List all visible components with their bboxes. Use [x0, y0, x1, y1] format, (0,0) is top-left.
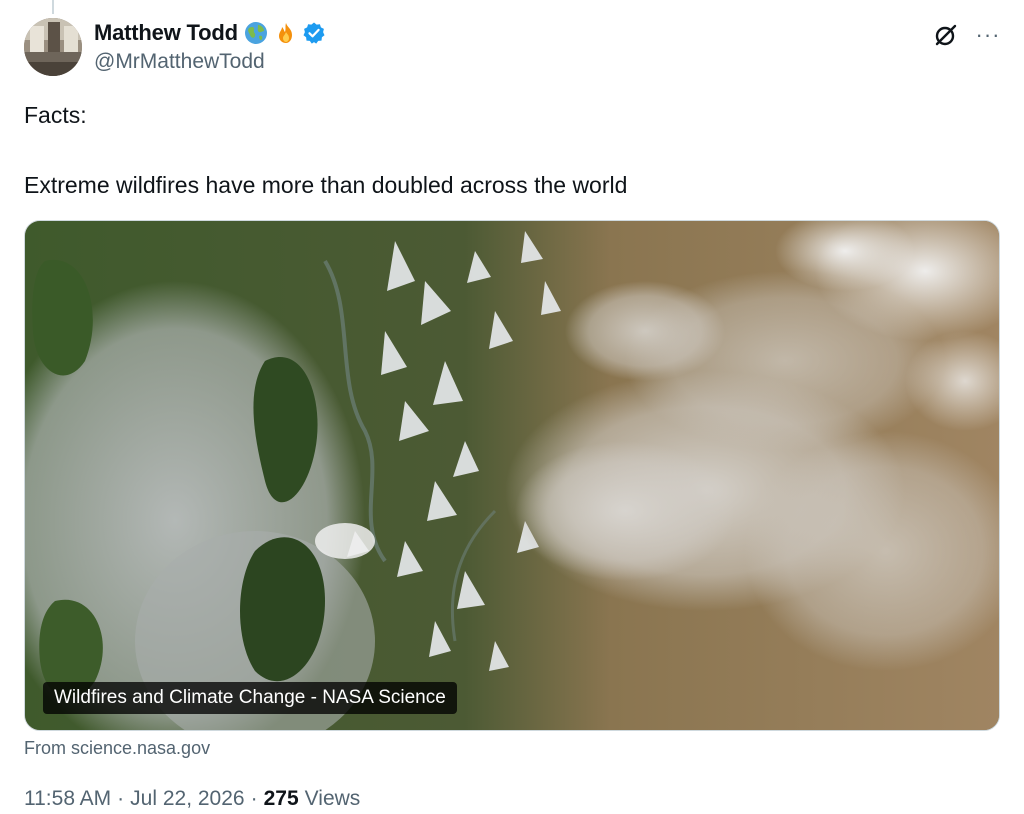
tweet-date[interactable]: Jul 22, 2026 — [130, 787, 244, 811]
more-options-button[interactable]: ··· — [972, 19, 1004, 51]
tweet-paragraph: Facts: — [24, 102, 87, 128]
thread-connector-line — [52, 0, 54, 14]
author-name-row: Matthew Todd — [94, 18, 326, 48]
more-icon: ··· — [975, 22, 1001, 47]
verified-badge-icon[interactable] — [302, 21, 326, 45]
fire-emoji-icon — [274, 21, 298, 45]
tweet-time[interactable]: 11:58 AM — [24, 787, 111, 811]
tweet: Matthew Todd @MrMatthewTodd ··· Facts: E… — [0, 0, 1024, 814]
meta-separator: · — [117, 787, 125, 810]
card-source-link[interactable]: From science.nasa.gov — [24, 738, 210, 759]
link-preview-card[interactable]: Wildfires and Climate Change - NASA Scie… — [24, 220, 1000, 731]
author-display-name[interactable]: Matthew Todd — [94, 20, 238, 46]
globe-emoji-icon — [244, 21, 268, 45]
card-title: Wildfires and Climate Change - NASA Scie… — [43, 682, 457, 714]
tweet-meta: 11:58 AM · Jul 22, 2026 · 275 Views — [24, 787, 360, 811]
views-count[interactable]: 275 — [264, 787, 299, 811]
views-label: Views — [304, 787, 361, 810]
tweet-text: Facts: Extreme wildfires have more than … — [24, 100, 984, 200]
author-handle[interactable]: @MrMatthewTodd — [94, 50, 265, 74]
satellite-wildfire-smoke-image — [25, 221, 999, 730]
tweet-paragraph: Extreme wildfires have more than doubled… — [24, 172, 628, 198]
grok-icon[interactable] — [930, 19, 962, 51]
avatar[interactable] — [24, 18, 82, 76]
meta-separator: · — [250, 787, 258, 810]
